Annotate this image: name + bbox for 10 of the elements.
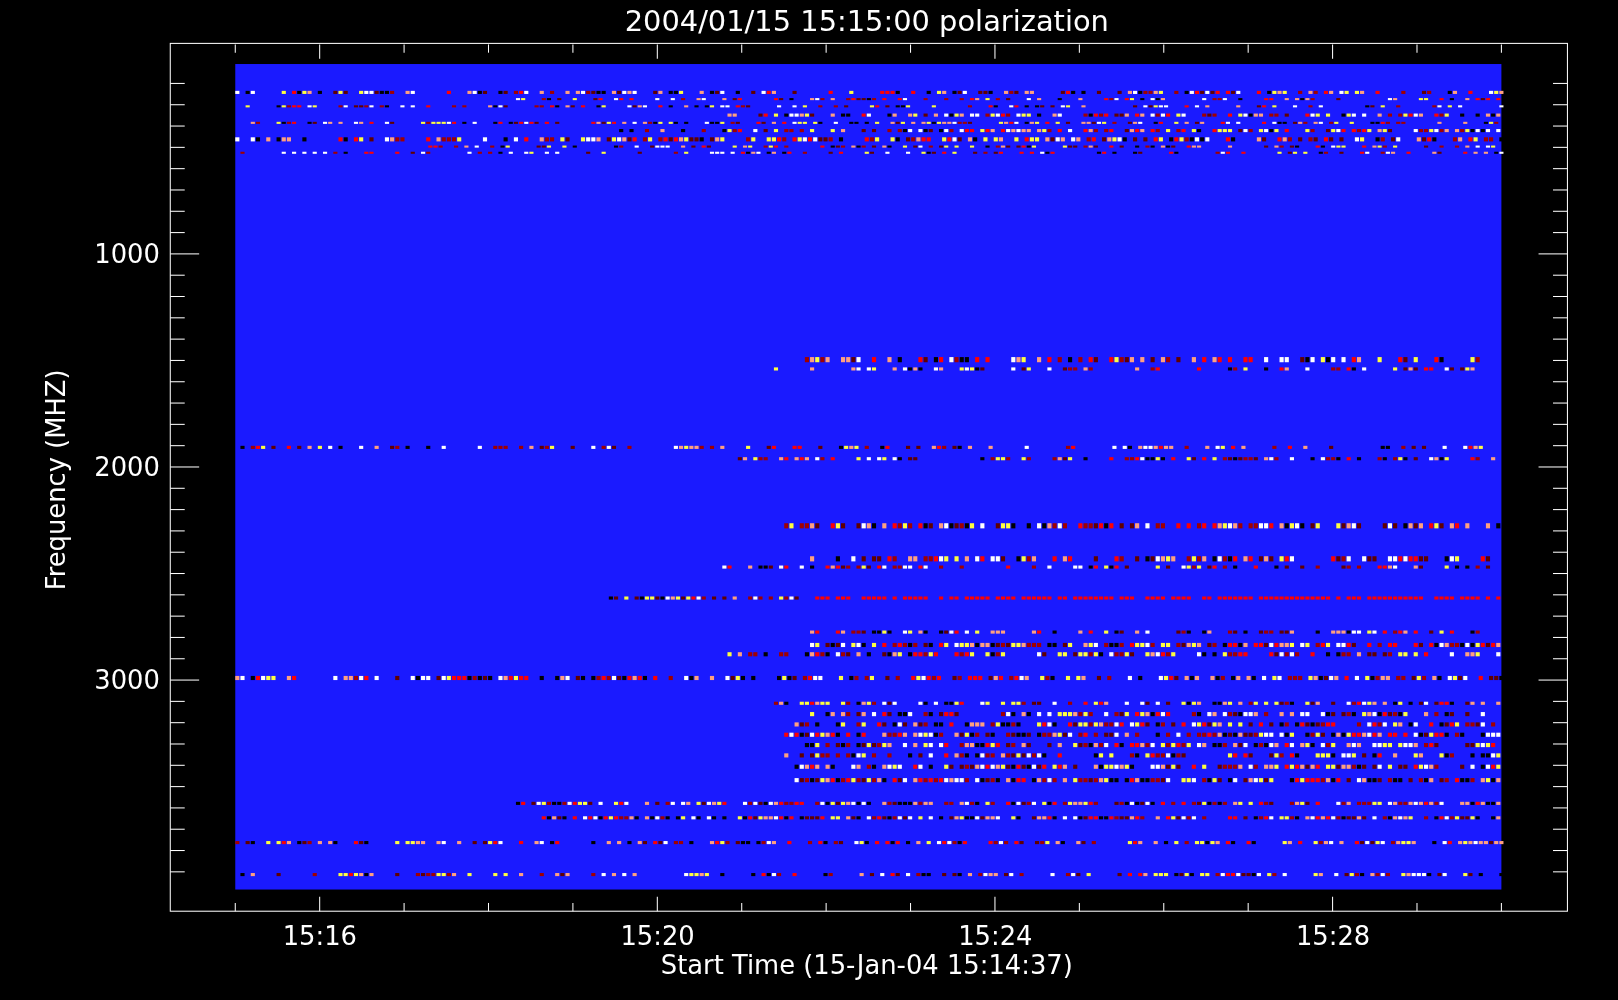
tick-label: 15:16 bbox=[282, 921, 358, 952]
tick-label: 15:20 bbox=[620, 921, 695, 952]
tick-label: 2000 bbox=[94, 452, 160, 483]
tick-label: 1000 bbox=[94, 239, 160, 270]
axis-title: Frequency (MHZ) bbox=[41, 369, 71, 591]
tick-label: 15:24 bbox=[958, 921, 1033, 952]
axis-title: Start Time (15-Jan-04 15:14:37) bbox=[660, 950, 1073, 981]
tick-label: 3000 bbox=[94, 665, 160, 696]
chart-title: 2004/01/15 15:15:00 polarization bbox=[624, 4, 1109, 38]
tick-label: 15:28 bbox=[1295, 921, 1371, 952]
